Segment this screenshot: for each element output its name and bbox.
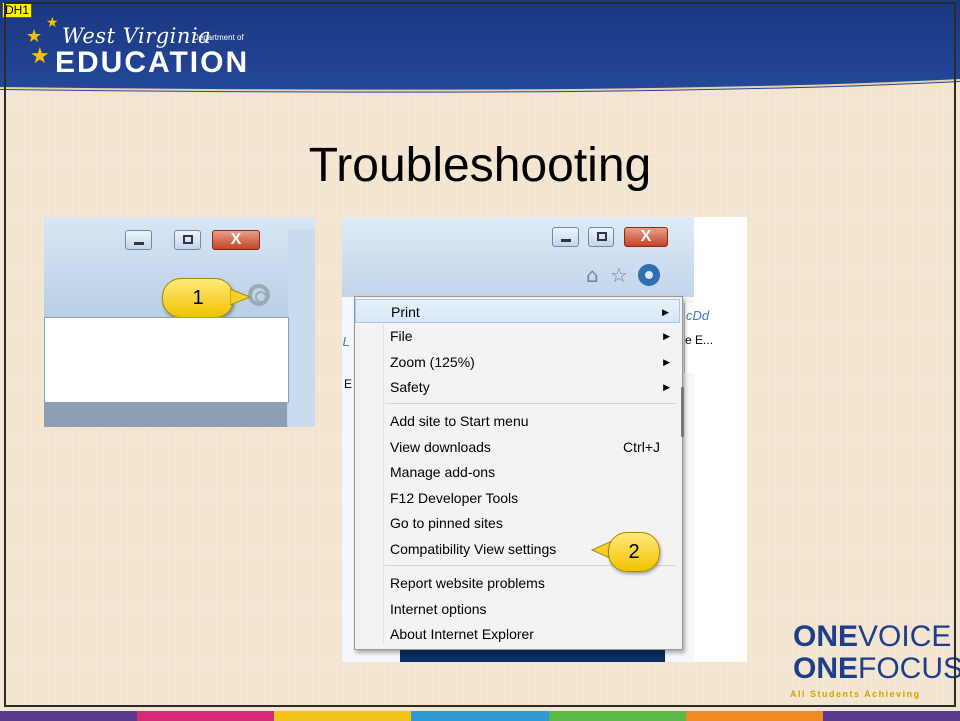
star-icon: ★ — [30, 43, 50, 68]
background-page-fragment: cDd e E... — [684, 303, 745, 373]
menu-item-f12-developer-tools[interactable]: F12 Developer Tools — [355, 486, 680, 510]
logo-script-text: West Virginia — [62, 24, 212, 48]
menu-item-view-downloads[interactable]: View downloads Ctrl+J — [355, 435, 680, 459]
menu-item-internet-options[interactable]: Internet options — [355, 597, 680, 621]
screenshot-1: X 1 — [44, 217, 315, 427]
menu-item-file[interactable]: File ▶ — [355, 324, 680, 348]
minimize-button[interactable] — [125, 230, 152, 250]
close-icon: X — [640, 228, 652, 245]
slide: DH1 ★ ★ ★ West Virginia Department of ED… — [0, 0, 960, 721]
color-stripe-segment — [0, 711, 138, 721]
ovof-one-1: ONE — [793, 620, 859, 653]
gear-icon[interactable] — [638, 264, 660, 286]
minimize-icon — [561, 239, 571, 242]
color-stripe — [0, 711, 960, 721]
color-stripe-segment — [137, 711, 275, 721]
menu-item-add-site-to-start-menu[interactable]: Add site to Start menu — [355, 409, 680, 433]
menu-item-zoom[interactable]: Zoom (125%) ▶ — [355, 350, 680, 374]
menu-separator — [385, 403, 675, 404]
window-chrome — [342, 217, 747, 297]
color-stripe-segment — [411, 711, 549, 721]
minimize-button[interactable] — [552, 227, 579, 247]
menu-item-print[interactable]: Print ▶ — [355, 299, 680, 323]
logo-dept-text: Department of — [193, 33, 244, 42]
maximize-button[interactable] — [588, 227, 614, 247]
maximize-button[interactable] — [174, 230, 201, 250]
color-stripe-segment — [274, 711, 412, 721]
close-button[interactable]: X — [624, 227, 668, 247]
submenu-arrow-icon: ▶ — [662, 307, 669, 317]
maximize-icon — [183, 235, 193, 244]
tools-menu: Print ▶ File ▶ Zoom (125%) ▶ Safety ▶ Ad… — [354, 296, 684, 650]
favorites-star-icon[interactable]: ☆ — [610, 263, 628, 287]
menu-item-safety[interactable]: Safety ▶ — [355, 375, 680, 399]
ovof-focus: FOCUS — [858, 652, 960, 685]
window-bottom — [44, 403, 287, 427]
callout-2: 2 — [608, 532, 660, 572]
color-stripe-segment — [822, 711, 960, 721]
submenu-arrow-icon: ▶ — [663, 331, 670, 341]
callout-1-pointer — [230, 288, 252, 306]
window-edge — [694, 217, 747, 662]
menu-item-about-internet-explorer[interactable]: About Internet Explorer — [355, 622, 680, 646]
shortcut-label: Ctrl+J — [623, 439, 660, 455]
home-icon[interactable]: ⌂ — [586, 263, 599, 287]
color-stripe-segment — [548, 711, 686, 721]
slide-title: Troubleshooting — [308, 139, 652, 192]
menu-item-report-website-problems[interactable]: Report website problems — [355, 571, 680, 595]
close-button[interactable]: X — [212, 230, 260, 250]
maximize-icon — [597, 232, 607, 241]
submenu-arrow-icon: ▶ — [663, 382, 670, 392]
callout-1: 1 — [162, 278, 234, 318]
menu-item-manage-add-ons[interactable]: Manage add-ons — [355, 460, 680, 484]
slide-tag: DH1 — [2, 2, 33, 18]
ovof-one-2: ONE — [793, 652, 859, 685]
logo-main-text: EDUCATION — [55, 46, 250, 79]
ovof-voice: VOICE — [858, 620, 952, 653]
submenu-arrow-icon: ▶ — [663, 357, 670, 367]
star-icon: ★ — [46, 14, 59, 30]
close-icon: X — [230, 231, 242, 248]
menu-scroll-track[interactable] — [681, 297, 684, 649]
minimize-icon — [134, 242, 144, 245]
window-edge — [288, 229, 315, 427]
color-stripe-segment — [685, 711, 823, 721]
window-body — [44, 317, 289, 403]
ovof-tagline: All Students Achieving — [790, 689, 921, 699]
